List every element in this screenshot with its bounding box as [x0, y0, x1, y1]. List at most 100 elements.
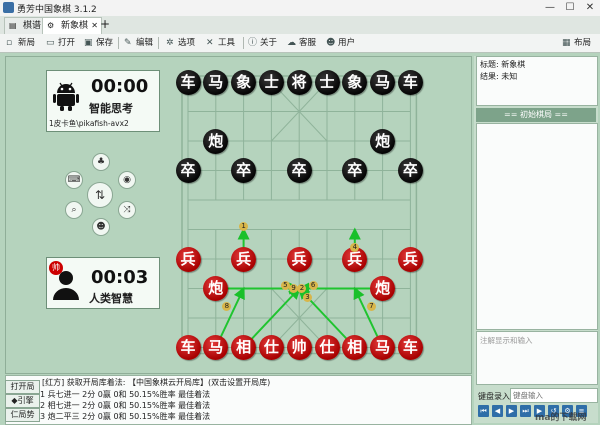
comment-box[interactable]: 注解显示和输入	[476, 331, 598, 385]
red-piece[interactable]: 马	[370, 335, 396, 360]
new-game-label: 新局	[18, 38, 36, 48]
black-piece[interactable]: 炮	[370, 128, 396, 154]
opening-move-row[interactable]: 1 兵七进一 2分 0赢 0和 50.15%胜率 最佳着法	[40, 389, 210, 400]
hint-number: 3	[303, 292, 313, 302]
engine-button[interactable]: ◆引擎	[5, 394, 40, 408]
new-file-icon: ▫	[6, 38, 13, 48]
eye-icon[interactable]: ◉	[118, 171, 136, 189]
opening-book-header: [红方] 获取开局库着法: 【中国象棋云开局库】(双击设置开局库)	[42, 378, 271, 387]
hint-number: 4	[350, 242, 360, 252]
opening-move-row[interactable]: 3 炮二平三 2分 0赢 0和 50.15%胜率 最佳着法	[40, 411, 210, 422]
android-robot-icon	[53, 81, 79, 111]
tab-new-game[interactable]: ⚙ 新象棋 ✕	[42, 17, 102, 34]
shuffle-icon[interactable]: ⤨	[118, 201, 136, 219]
red-piece[interactable]: 炮	[370, 276, 396, 301]
black-piece[interactable]: 卒	[175, 158, 201, 183]
opening-header: == 初始棋局 ==	[476, 108, 596, 122]
red-piece[interactable]: 仕	[258, 335, 284, 360]
keyboard-entry-input[interactable]	[510, 388, 598, 403]
gamepad-icon[interactable]: ⌨	[65, 171, 83, 189]
nav-button-2[interactable]: ▶	[506, 405, 517, 417]
gear-icon: ⚙	[47, 21, 55, 30]
user-button[interactable]: ☻ 用户	[326, 36, 355, 50]
game-title: 标题: 新象棋	[480, 60, 526, 69]
bottom-player-clock: 00:03	[91, 267, 149, 288]
info-icon: ⓘ	[248, 38, 258, 48]
game-info-box: 标题: 新象棋 结果: 未知	[476, 56, 598, 106]
red-piece[interactable]: 帅	[286, 335, 312, 360]
layout-button[interactable]: ▦ 布局	[562, 36, 591, 50]
black-piece[interactable]: 将	[286, 69, 312, 95]
tools-label: 工具	[218, 38, 236, 48]
layout-icon: ▦	[562, 38, 571, 48]
new-game-button[interactable]: ▫ 新局	[6, 36, 35, 50]
red-piece[interactable]: 兵	[286, 246, 312, 272]
black-piece[interactable]: 卒	[231, 158, 257, 183]
nav-button-0[interactable]: ⏮	[478, 405, 489, 417]
top-player-clock: 00:00	[91, 76, 149, 97]
black-piece[interactable]: 车	[175, 69, 201, 95]
tab-close-icon[interactable]: ✕	[91, 18, 98, 34]
save-button[interactable]: ▣ 保存	[84, 36, 113, 50]
window-title: 勇芳中国象棋 3.1.2	[17, 5, 97, 15]
toolbar-divider	[158, 37, 159, 49]
tree-icon[interactable]: ♣	[92, 153, 110, 171]
nav-button-3[interactable]: ⏭	[520, 405, 531, 417]
options-button[interactable]: ✲ 选项	[166, 36, 195, 50]
opening-book-button[interactable]: 打开局	[5, 380, 40, 394]
situation-button[interactable]: 仁局势	[5, 408, 40, 422]
settings-icon: ✲	[166, 38, 174, 48]
black-piece[interactable]: 象	[231, 69, 257, 95]
red-piece[interactable]: 兵	[231, 246, 257, 272]
swap-icon[interactable]: ⇅	[87, 182, 113, 208]
nav-button-1[interactable]: ◀	[492, 405, 503, 417]
save-icon: ▣	[84, 38, 93, 48]
close-window-button[interactable]: ✕	[580, 0, 600, 16]
tools-button[interactable]: ✕ 工具	[206, 36, 235, 50]
red-piece[interactable]: 车	[397, 335, 423, 360]
service-button[interactable]: ☁ 客服	[287, 36, 316, 50]
zoom-icon[interactable]: ⌕	[65, 201, 83, 219]
edit-label: 编辑	[136, 38, 154, 48]
maximize-button[interactable]: ☐	[560, 0, 580, 16]
hint-number: 7	[366, 301, 376, 311]
black-piece[interactable]: 卒	[397, 158, 423, 183]
move-record-list[interactable]	[476, 123, 598, 330]
opening-move-row[interactable]: 2 相七进一 2分 0赢 0和 50.15%胜率 最佳着法	[40, 400, 210, 411]
black-piece[interactable]: 象	[342, 69, 368, 95]
red-piece[interactable]: 相	[231, 335, 257, 360]
options-label: 选项	[178, 38, 196, 48]
folder-icon: ▭	[46, 38, 55, 48]
user-label: 用户	[338, 38, 356, 48]
toolbar-divider	[118, 37, 119, 49]
black-piece[interactable]: 卒	[286, 158, 312, 183]
tools-icon: ✕	[206, 38, 214, 48]
black-piece[interactable]: 马	[370, 69, 396, 95]
open-button[interactable]: ▭ 打开	[46, 36, 75, 50]
keyboard-entry-label: 键盘录入	[478, 392, 510, 401]
game-result: 结果: 未知	[480, 72, 518, 81]
red-piece[interactable]: 兵	[175, 246, 201, 272]
save-label: 保存	[96, 38, 114, 48]
chess-board[interactable]	[168, 62, 428, 366]
board-icon: ▤	[9, 21, 17, 30]
black-piece[interactable]: 车	[397, 69, 423, 95]
layout-label: 布局	[574, 38, 592, 48]
minimize-button[interactable]: —	[540, 0, 560, 16]
open-label: 打开	[58, 38, 76, 48]
about-button[interactable]: ⓘ 关于	[248, 36, 277, 50]
toolbar-divider	[243, 37, 244, 49]
black-piece[interactable]: 士	[258, 69, 284, 95]
black-piece[interactable]: 炮	[203, 128, 229, 154]
edit-button[interactable]: ✎ 编辑	[124, 36, 153, 50]
red-piece[interactable]: 兵	[397, 246, 423, 272]
red-side-badge: 帅	[49, 261, 63, 275]
comment-placeholder: 注解显示和输入	[480, 336, 533, 345]
black-piece[interactable]: 马	[203, 69, 229, 95]
red-piece[interactable]: 仕	[314, 335, 340, 360]
user-icon[interactable]: ☻	[92, 218, 110, 236]
add-tab-button[interactable]: +	[99, 16, 111, 32]
bottom-player-name: 人类智慧	[89, 292, 133, 305]
black-piece[interactable]: 士	[314, 69, 340, 95]
red-piece[interactable]: 车	[175, 335, 201, 360]
